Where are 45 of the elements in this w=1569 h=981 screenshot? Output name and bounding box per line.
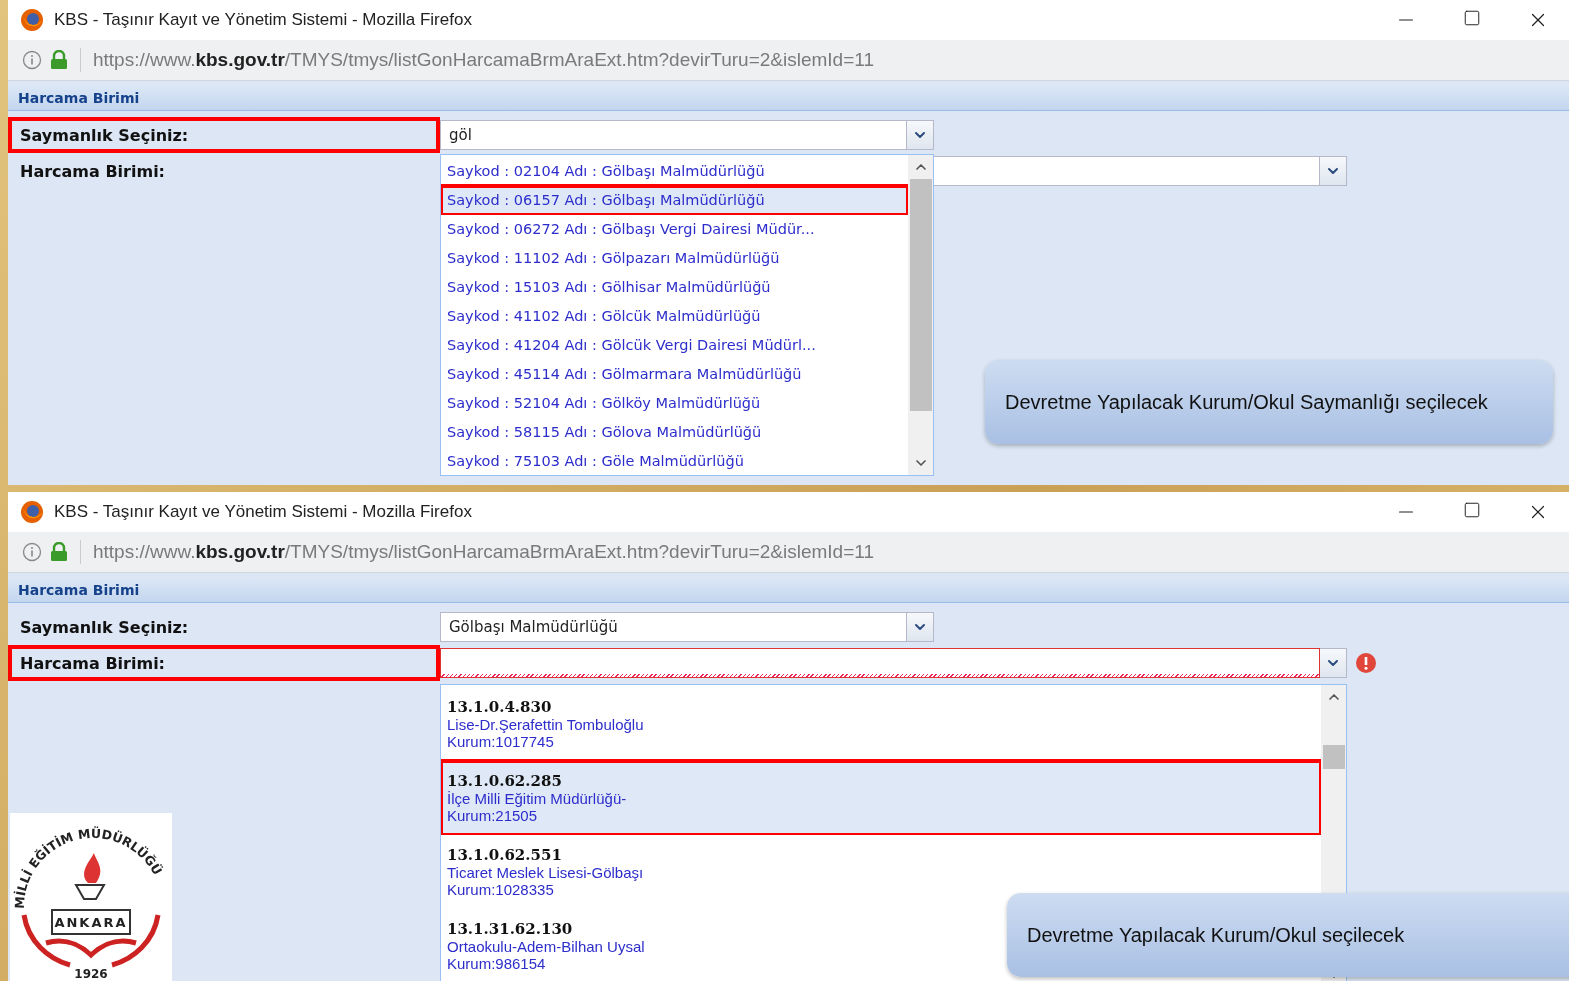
note-tooltip: Devretme Yapılacak Kurum/Okul seçilecek [1007, 893, 1569, 977]
dropdown-button[interactable] [1320, 156, 1347, 186]
url-text[interactable]: https://www.kbs.gov.tr/TMYS/tmys/listGonHarcamaBrmAraExt.htm?devirTuru=2&islemId=11 [93, 541, 874, 563]
window-title: KBS - Taşınır Kayıt ve Yönetim Sistemi - Mozilla Firefox [54, 502, 472, 522]
error-icon [1355, 652, 1377, 674]
institution-number: Kurum:1028335 [447, 881, 554, 898]
address-bar[interactable]: https://www.kbs.gov.tr/TMYS/tmys/listGonHarcamaBrmAraExt.htm?devirTuru=2&islemId=11 [8, 532, 1569, 573]
lock-icon [50, 50, 68, 70]
info-icon[interactable] [22, 50, 42, 70]
unit-name: Lise-Dr.Şerafettin Tombuloğlu [447, 716, 644, 733]
dropdown-button[interactable] [1320, 648, 1347, 678]
section-header: Harcama Birimi [8, 86, 1569, 111]
field-label: Harcama Birimi: [19, 160, 166, 183]
combo-field[interactable]: göl [440, 120, 907, 150]
unit-name: Ticaret Meslek Lisesi-Gölbaşı [447, 864, 644, 881]
unit-name: İlçe Milli Eğitim Müdürlüğü- [447, 790, 627, 807]
field-label: Saymanlık Seçiniz: [8, 117, 440, 153]
unit-name: Ortaokulu-Adem-Bilhan Uysal [447, 938, 645, 955]
window-title: KBS - Taşınır Kayıt ve Yönetim Sistemi - Mozilla Firefox [54, 10, 472, 30]
combo-field[interactable]: Gölbaşı Malmüdürlüğü [440, 612, 907, 642]
maximize-icon[interactable] [1463, 501, 1481, 519]
dropdown-option[interactable]: Saykod : 06157 Adı : Gölbaşı Malmüdürlüğü [441, 185, 908, 215]
browser-logo-icon [20, 8, 44, 32]
note-tooltip: Devretme Yapılacak Kurum/Okul Saymanlığı seçilecek [985, 360, 1553, 444]
institution-number: Kurum:1017745 [447, 733, 554, 750]
lock-icon [50, 542, 68, 562]
unit-code: 13.1.31.62.130 [447, 920, 573, 938]
dropdown-button[interactable] [907, 120, 934, 150]
unit-code: 13.1.0.62.551 [447, 846, 562, 864]
combo-field[interactable] [440, 648, 1320, 678]
url-text[interactable]: https://www.kbs.gov.tr/TMYS/tmys/listGonHarcamaBrmAraExt.htm?devirTuru=2&islemId=11 [93, 49, 874, 71]
browser-logo-icon [20, 500, 44, 524]
field-label: Harcama Birimi: [8, 645, 440, 681]
institution-number: Kurum:986154 [447, 955, 546, 972]
section-header: Harcama Birimi [8, 578, 1569, 603]
maximize-icon[interactable] [1463, 9, 1481, 27]
dropdown-option[interactable]: 13.1.0.62.285 İlçe Milli Eğitim Müdürlüğü- Kurum:21505 [441, 761, 1321, 835]
info-icon[interactable] [22, 542, 42, 562]
unit-code: 13.1.0.4.830 [447, 698, 552, 716]
unit-code: 13.1.0.62.285 [447, 772, 562, 790]
scroll-bar[interactable] [908, 155, 933, 475]
dropdown-button[interactable] [907, 612, 934, 642]
field-label: Saymanlık Seçiniz: [19, 616, 190, 639]
institution-number: Kurum:21505 [447, 807, 538, 824]
address-bar[interactable]: https://www.kbs.gov.tr/TMYS/tmys/listGonHarcamaBrmAraExt.htm?devirTuru=2&islemId=11 [8, 40, 1569, 81]
